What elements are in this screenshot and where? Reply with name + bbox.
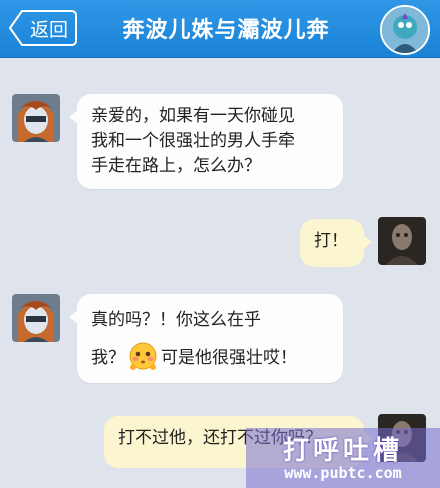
message-bubble-1[interactable]: 亲爱的，如果有一天你碰见 我和一个很强壮的男人手牵 手走在路上，怎么办？	[69, 94, 343, 189]
message-text: 可是他很强壮哎！	[161, 348, 297, 368]
girl-avatar-icon	[12, 294, 60, 342]
watermark-title: 打呼吐槽	[282, 436, 403, 466]
message-line: 真的吗？！你这么在乎	[91, 310, 261, 330]
blushing-face-icon	[129, 342, 157, 370]
dark-avatar-icon	[378, 217, 426, 265]
watermark: 打呼吐槽 www.pubtc.com	[246, 428, 440, 488]
my-avatar[interactable]	[378, 217, 426, 265]
message-line: 我和一个很强壮的男人手牵	[91, 131, 295, 151]
back-button[interactable]: 返回	[8, 9, 78, 47]
back-button-label: 返回	[29, 18, 68, 41]
chat-header: 返回 奔波儿姝与灞波儿奔	[0, 0, 440, 58]
chat-title: 奔波儿姝与灞波儿奔	[122, 18, 330, 43]
message-text: 我？	[91, 348, 125, 368]
message-bubble-3[interactable]: 真的吗？！你这么在乎 我？ 可是他很强壮哎！	[69, 294, 343, 383]
girl-avatar-icon	[12, 94, 60, 142]
watermark-url: www.pubtc.com	[284, 464, 402, 482]
message-bubble-2[interactable]: 打！	[300, 219, 372, 267]
message-line: 打！	[314, 231, 348, 251]
message-line: 手走在路上，怎么办？	[91, 156, 261, 176]
sender-avatar[interactable]	[12, 94, 60, 142]
message-line: 亲爱的，如果有一天你碰见	[91, 106, 295, 126]
contact-avatar[interactable]	[380, 5, 430, 55]
sender-avatar[interactable]	[12, 294, 60, 342]
